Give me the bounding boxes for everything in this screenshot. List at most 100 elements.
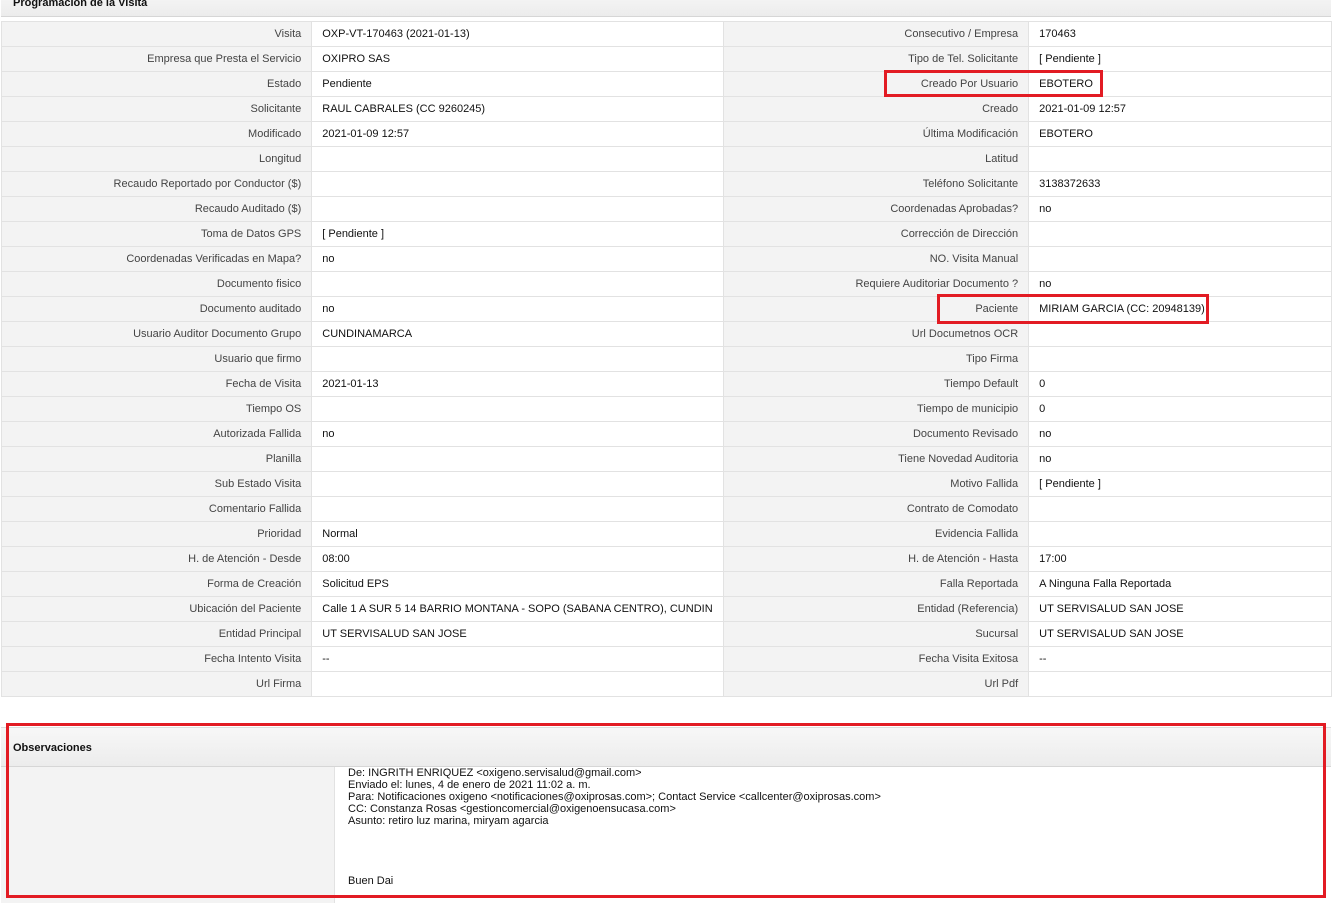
observaciones-body: De: INGRITH ENRIQUEZ <oxigeno.servisalud… (335, 767, 1325, 903)
table-row: Visita OXP-VT-170463 (2021-01-13) Consecut… (0, 21, 1332, 47)
field-label: Tiempo de municipio (722, 396, 1030, 422)
field-label: Creado (722, 96, 1030, 122)
field-label: Autorizada Fallida (0, 421, 313, 447)
field-value (311, 471, 724, 497)
table-row: Fecha Intento Visita -- Fecha Visita Exit… (0, 646, 1332, 672)
table-row: Toma de Datos GPS[ Pendiente ] Corrección… (0, 221, 1332, 247)
field-label: Entidad Principal (0, 621, 313, 647)
field-label: NO. Visita Manual (722, 246, 1030, 272)
field-value: UT SERVISALUD SAN JOSE (311, 621, 724, 647)
table-row: Prioridad Normal Evidencia Fallida (0, 521, 1332, 547)
field-label: Paciente (722, 296, 1030, 322)
field-label: Fecha Intento Visita (0, 646, 313, 672)
section-title: Programación de la Visita (13, 0, 148, 9)
field-value: CUNDINAMARCA (311, 321, 724, 347)
table-row: Entidad Principal UT SERVISALUD SAN JOSE S… (0, 621, 1332, 647)
field-value: RAUL CABRALES (CC 9260245) (311, 96, 724, 122)
field-value (311, 496, 724, 522)
field-value (1028, 146, 1332, 172)
field-label: Tiempo OS (0, 396, 313, 422)
field-label: Tipo Firma (722, 346, 1030, 372)
field-label: Teléfono Solicitante (722, 171, 1030, 197)
field-label: Visita (0, 21, 313, 47)
field-value (311, 171, 724, 197)
table-row: Tiempo OS Tiempo de municipio 0 (0, 396, 1332, 422)
observaciones-title: Observaciones (13, 742, 92, 754)
field-label: Longitud (0, 146, 313, 172)
field-label: Prioridad (0, 521, 313, 547)
field-label: Sub Estado Visita (0, 471, 313, 497)
field-label: Usuario que firmo (0, 346, 313, 372)
field-value: 3138372633 (1028, 171, 1332, 197)
field-value (1028, 496, 1332, 522)
field-label: Recaudo Auditado ($) (0, 196, 313, 222)
field-value: [ Pendiente ] (1028, 471, 1332, 497)
field-label: Planilla (0, 446, 313, 472)
table-row: Longitud Latitud (0, 146, 1332, 172)
field-value: no (311, 246, 724, 272)
field-value: EBOTERO (1028, 71, 1332, 97)
field-label: Corrección de Dirección (722, 221, 1030, 247)
table-row: Autorizada Fallida no Documento Revisado … (0, 421, 1332, 447)
table-row: H. de Atención - Desde 08:00 H. de Atenció… (0, 546, 1332, 572)
field-value: 0 (1028, 396, 1332, 422)
field-label: Consecutivo / Empresa (722, 21, 1030, 47)
visit-details-table: Visita OXP-VT-170463 (2021-01-13) Consecut… (0, 21, 1332, 697)
field-label: Fecha Visita Exitosa (722, 646, 1030, 672)
field-label: Tiempo Default (722, 371, 1030, 397)
field-label: Entidad (Referencia) (722, 596, 1030, 622)
field-value: Normal (311, 521, 724, 547)
field-label: Recaudo Reportado por Conductor ($) (0, 171, 313, 197)
field-label: Contrato de Comodato (722, 496, 1030, 522)
field-value (1028, 321, 1332, 347)
table-row: Recaudo Auditado ($) Coordenadas Aprobada… (0, 196, 1332, 222)
field-value: no (311, 296, 724, 322)
field-label: Fecha de Visita (0, 371, 313, 397)
field-label: Url Firma (0, 671, 313, 697)
field-label: Documento auditado (0, 296, 313, 322)
field-label: Motivo Fallida (722, 471, 1030, 497)
field-label: Estado (0, 71, 313, 97)
field-value: 08:00 (311, 546, 724, 572)
field-value (311, 671, 724, 697)
field-label: Url Pdf (722, 671, 1030, 697)
field-value: no (1028, 271, 1332, 297)
field-label: Tipo de Tel. Solicitante (722, 46, 1030, 72)
field-value: 17:00 (1028, 546, 1332, 572)
field-value: MIRIAM GARCIA (CC: 20948139) (1028, 296, 1332, 322)
table-row: Sub Estado Visita Motivo Fallida[ Pendien… (0, 471, 1332, 497)
table-row: Ubicación del Paciente Calle 1 A SUR 5 14… (0, 596, 1332, 622)
obs-line-cc: CC: Constanza Rosas <gestioncomercial@ox… (348, 803, 676, 815)
field-value: no (1028, 446, 1332, 472)
field-label: H. de Atención - Hasta (722, 546, 1030, 572)
field-value: OXP-VT-170463 (2021-01-13) (311, 21, 724, 47)
table-row: Documento fisico Requiere Auditoriar Docu… (0, 271, 1332, 297)
field-value: A Ninguna Falla Reportada (1028, 571, 1332, 597)
field-value (311, 146, 724, 172)
obs-line-to: Para: Notificaciones oxigeno <notificaci… (348, 791, 881, 803)
field-label: Toma de Datos GPS (0, 221, 313, 247)
table-row: Comentario Fallida Contrato de Comodato (0, 496, 1332, 522)
field-label: H. de Atención - Desde (0, 546, 313, 572)
field-label: Ubicación del Paciente (0, 596, 313, 622)
field-value: EBOTERO (1028, 121, 1332, 147)
field-value: 170463 (1028, 21, 1332, 47)
table-row: Recaudo Reportado por Conductor ($) Teléf… (0, 171, 1332, 197)
field-label: Requiere Auditoriar Documento ? (722, 271, 1030, 297)
obs-line-greeting: Buen Dai (348, 875, 394, 887)
field-value (311, 446, 724, 472)
section-header-observaciones: Observaciones (1, 727, 1331, 767)
field-value: 2021-01-09 12:57 (1028, 96, 1332, 122)
field-label: Coordenadas Aprobadas? (722, 196, 1030, 222)
field-value (311, 196, 724, 222)
field-value: 2021-01-13 (311, 371, 724, 397)
field-value: no (311, 421, 724, 447)
field-value: -- (311, 646, 724, 672)
field-value: [ Pendiente ] (311, 221, 724, 247)
obs-line-sent: Enviado el: lunes, 4 de enero de 2021 11… (348, 779, 591, 791)
field-value: no (1028, 421, 1332, 447)
field-label: Latitud (722, 146, 1030, 172)
field-value: Pendiente (311, 71, 724, 97)
field-value: no (1028, 196, 1332, 222)
field-label: Solicitante (0, 96, 313, 122)
